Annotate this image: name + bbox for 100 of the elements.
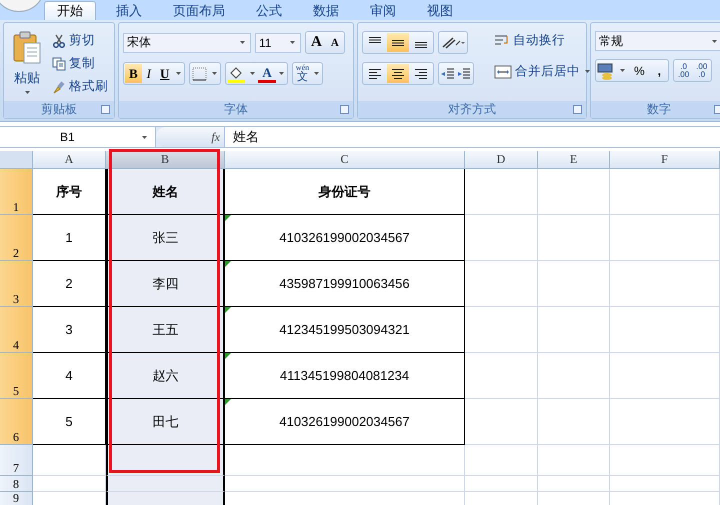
table-cell: 王五 bbox=[106, 307, 225, 353]
paste-button[interactable]: 粘贴 bbox=[8, 31, 46, 99]
column-header[interactable]: D bbox=[465, 151, 538, 169]
row-header[interactable]: 3 bbox=[0, 261, 33, 307]
row-header[interactable]: 5 bbox=[0, 353, 33, 399]
align-lines-icon bbox=[369, 37, 381, 43]
ribbon-tab[interactable]: 页面布局 bbox=[162, 1, 236, 20]
align-lines-icon bbox=[415, 68, 427, 78]
ribbon-tab[interactable]: 开始 bbox=[44, 1, 96, 20]
error-indicator-icon bbox=[225, 399, 231, 405]
font-style-button[interactable]: U bbox=[156, 64, 174, 83]
font-name-dropdown[interactable]: 宋体 bbox=[123, 32, 251, 52]
borders-icon[interactable] bbox=[191, 66, 210, 82]
ribbon-tab[interactable]: 公式 bbox=[245, 1, 293, 20]
caret-icon[interactable] bbox=[712, 40, 717, 42]
row-header[interactable]: 7 bbox=[0, 445, 33, 476]
brush-icon bbox=[52, 80, 66, 94]
wrap-text-button[interactable]: 自动换行 bbox=[492, 31, 594, 50]
row-header[interactable]: 9 bbox=[0, 492, 33, 505]
table-cell: 412345199503094321 bbox=[225, 307, 465, 353]
table-cell: 田七 bbox=[106, 399, 225, 445]
ribbon-tab[interactable]: 数据 bbox=[302, 1, 350, 20]
table-cell: 赵六 bbox=[106, 353, 225, 399]
ribbon-tab[interactable]: 视图 bbox=[416, 1, 464, 20]
caret-icon[interactable] bbox=[212, 72, 218, 75]
row-header[interactable]: 8 bbox=[0, 476, 33, 492]
caret-icon[interactable] bbox=[290, 41, 295, 44]
row-header[interactable]: 1 bbox=[0, 169, 33, 215]
number-format-dropdown[interactable]: 常规 bbox=[595, 31, 720, 51]
clipboard-icon bbox=[12, 31, 42, 65]
table-cell: 张三 bbox=[106, 215, 225, 261]
empty-cell bbox=[538, 353, 610, 399]
function-button[interactable]: fx bbox=[156, 127, 224, 147]
error-indicator-icon bbox=[225, 307, 231, 313]
clipboard-item[interactable]: 复制 bbox=[50, 54, 110, 73]
dialog-launcher-icon[interactable] bbox=[101, 105, 110, 114]
merge-center-button[interactable]: 合并后居中 bbox=[492, 62, 594, 81]
caret-icon[interactable] bbox=[314, 72, 320, 75]
table-cell: 410326199002034567 bbox=[225, 215, 465, 261]
align-lines-icon bbox=[392, 40, 404, 46]
formula-input[interactable]: 姓名 bbox=[224, 127, 720, 147]
dialog-launcher-icon[interactable] bbox=[573, 105, 582, 114]
clipboard-item[interactable]: 剪切 bbox=[50, 31, 110, 50]
empty-cell bbox=[538, 215, 610, 261]
caret-icon[interactable] bbox=[176, 72, 182, 75]
fill-bucket-icon[interactable] bbox=[227, 64, 248, 82]
font-color-button[interactable]: A bbox=[258, 64, 276, 82]
group-title: 字体 bbox=[224, 101, 248, 118]
ribbon-tab[interactable]: 插入 bbox=[105, 1, 153, 20]
font-size-dropdown[interactable]: 11 bbox=[255, 32, 301, 52]
comma-button[interactable]: , bbox=[652, 61, 668, 80]
row-header[interactable]: 6 bbox=[0, 399, 33, 445]
clipboard-item[interactable]: 格式刷 bbox=[50, 77, 110, 96]
align-lines-icon bbox=[415, 42, 427, 48]
column-header[interactable]: F bbox=[610, 151, 720, 169]
table-cell: 411345199804081234 bbox=[225, 353, 465, 399]
error-indicator-icon bbox=[225, 215, 231, 221]
column-header[interactable]: A bbox=[33, 151, 106, 169]
wrap-text-icon bbox=[494, 34, 510, 48]
percent-button[interactable]: % bbox=[628, 61, 651, 80]
row-header[interactable]: 2 bbox=[0, 215, 33, 261]
indent-icon[interactable] bbox=[440, 66, 472, 80]
vertical-align-button[interactable] bbox=[387, 33, 409, 52]
text-orientation-icon[interactable] bbox=[440, 34, 466, 50]
font-style-button[interactable]: I bbox=[142, 64, 156, 83]
align-lines-icon bbox=[369, 68, 381, 78]
caret-icon[interactable] bbox=[142, 136, 147, 138]
name-box[interactable]: B1 bbox=[0, 127, 156, 147]
ribbon-tab[interactable]: 审阅 bbox=[359, 1, 407, 20]
decrease-decimal-button[interactable]: .00 .0 bbox=[693, 61, 710, 80]
row-header[interactable]: 4 bbox=[0, 307, 33, 353]
phonetic-button[interactable]: wén 文 bbox=[294, 64, 312, 83]
increase-decimal-button[interactable]: .0 .00 bbox=[675, 61, 692, 80]
align-lines-icon bbox=[392, 68, 404, 78]
caret-icon[interactable] bbox=[620, 69, 625, 72]
empty-cell bbox=[538, 307, 610, 353]
group-title: 剪贴板 bbox=[41, 101, 77, 118]
table-cell: 姓名 bbox=[106, 169, 225, 215]
font-style-button[interactable]: B bbox=[125, 64, 142, 83]
caret-icon[interactable] bbox=[240, 41, 245, 44]
table-cell: 李四 bbox=[106, 261, 225, 307]
caret-icon[interactable] bbox=[585, 70, 590, 73]
empty-cell bbox=[538, 445, 610, 476]
empty-cell bbox=[538, 261, 610, 307]
dialog-launcher-icon[interactable] bbox=[340, 105, 349, 114]
column-header[interactable]: B bbox=[106, 151, 225, 169]
caret-icon[interactable] bbox=[250, 72, 256, 75]
group-title: 数字 bbox=[647, 101, 671, 118]
merge-cells-icon bbox=[494, 64, 512, 78]
shrink-font-button[interactable]: A bbox=[326, 33, 343, 52]
table-cell: 410326199002034567 bbox=[225, 399, 465, 445]
caret-icon[interactable] bbox=[278, 72, 284, 75]
horizontal-align-button[interactable] bbox=[387, 64, 409, 83]
scissors-icon bbox=[52, 34, 66, 48]
column-header[interactable]: C bbox=[225, 151, 465, 169]
grow-font-button[interactable]: A bbox=[307, 33, 326, 52]
error-indicator-icon bbox=[225, 353, 231, 359]
table-cell: 435987199910063456 bbox=[225, 261, 465, 307]
caret-icon[interactable] bbox=[24, 91, 30, 94]
column-header[interactable]: E bbox=[538, 151, 610, 169]
